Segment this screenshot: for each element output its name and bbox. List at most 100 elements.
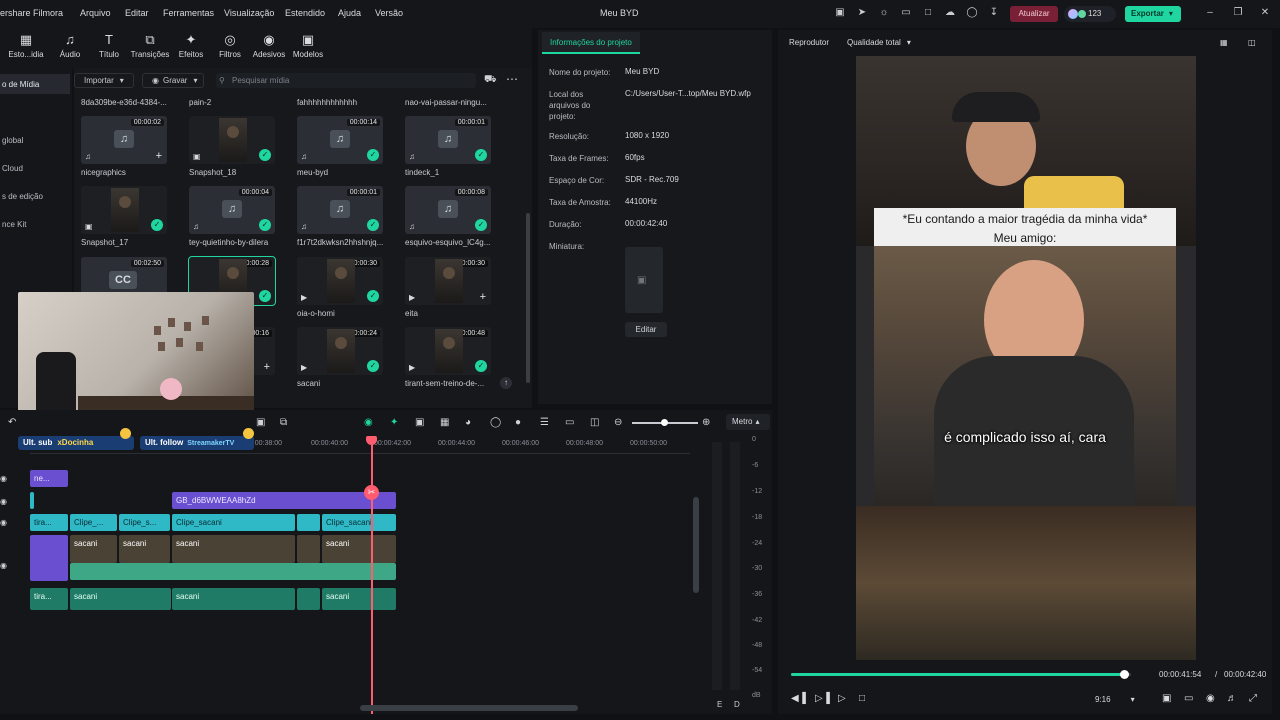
restore-icon[interactable]: ❐ [1232, 7, 1244, 19]
sidebar-item-global[interactable]: global [0, 130, 70, 150]
stop-icon[interactable]: □ [859, 693, 865, 704]
sidebar-item-project-media[interactable]: o de Mídia [0, 74, 70, 94]
timeline-hscroll[interactable] [360, 705, 578, 711]
list-icon[interactable]: ☰ [540, 417, 549, 428]
timeline-clip[interactable]: Clipe_sacani [322, 514, 396, 531]
add-icon[interactable]: + [264, 361, 270, 373]
tool-effects[interactable]: ✦ Efeitos [169, 32, 213, 59]
caption-icon[interactable]: ▭ [565, 417, 574, 428]
grid-view-icon[interactable]: ▦ [1220, 38, 1228, 47]
edit-thumbnail-button[interactable]: Editar [625, 322, 667, 337]
tool-audio[interactable]: ♫ Áudio [48, 32, 92, 59]
search-input[interactable]: ⚲ Pesquisar mídia [216, 73, 476, 88]
playhead[interactable] [371, 436, 373, 714]
prev-frame-icon[interactable]: ◀▐ [791, 693, 806, 704]
tool-stickers[interactable]: ◉ Adesivos [247, 32, 291, 59]
timeline-clip[interactable]: GB_d6BWWEAA8hZd [172, 492, 396, 509]
quality-select[interactable]: Qualidade total ▾ [847, 38, 911, 47]
timeline-clip[interactable]: sacani [70, 588, 171, 610]
linked-audio-strip[interactable] [70, 563, 396, 580]
camera-icon[interactable]: ◉ [1206, 693, 1215, 704]
aspect-select[interactable]: 9:16 ▾ [1095, 695, 1135, 704]
eye-icon[interactable]: ◉ [0, 474, 7, 483]
eye-icon[interactable]: ◉ [0, 561, 7, 570]
layout-icon[interactable]: ▭ [900, 7, 912, 19]
headset-icon[interactable]: ◯ [966, 7, 978, 19]
tool-filters[interactable]: ◎ Filtros [208, 32, 252, 59]
record-button[interactable]: ◉ Gravar ▾ [142, 73, 204, 88]
export-button[interactable]: Exportar ▾ [1125, 6, 1181, 22]
gift-icon[interactable]: ▣ [834, 7, 846, 19]
add-icon[interactable]: + [480, 291, 486, 303]
meter-toggle[interactable]: Metro ▴ [726, 414, 770, 430]
mic-icon[interactable]: ● [515, 417, 521, 428]
filter-icon[interactable]: ⛟ [484, 74, 497, 87]
save-icon[interactable]: □ [922, 7, 934, 19]
cloud-icon[interactable]: ☁ [944, 7, 956, 19]
timeline-clip[interactable]: sacani [119, 535, 170, 563]
zoom-in-icon[interactable]: ⊕ [702, 417, 710, 428]
sidebar-item-cloud[interactable]: Cloud [0, 158, 70, 178]
effects-icon[interactable]: ▦ [440, 417, 449, 428]
minimize-icon[interactable]: – [1204, 7, 1216, 19]
tool-media[interactable]: ▦ Esto...idia [4, 32, 48, 59]
timeline-clip[interactable] [30, 535, 68, 581]
lightbulb-icon[interactable]: ☼ [878, 7, 890, 19]
menu-ajuda[interactable]: Ajuda [338, 8, 361, 18]
send-icon[interactable]: ➤ [856, 7, 868, 19]
close-icon[interactable]: ✕ [1259, 7, 1271, 19]
timeline-clip[interactable]: sacani [322, 588, 396, 610]
timeline-clip[interactable]: sacani [172, 588, 295, 610]
split-view-icon[interactable]: ◫ [1248, 38, 1256, 47]
split-icon[interactable]: ⧉ [280, 417, 287, 428]
menu-arquivo[interactable]: Arquivo [80, 8, 111, 18]
play-icon[interactable]: ▷ [838, 693, 846, 704]
eye-icon[interactable]: ◉ [0, 497, 7, 506]
speed-icon[interactable]: ◕ [465, 417, 471, 428]
timeline-clip[interactable] [30, 492, 34, 509]
timeline-vscroll[interactable] [693, 497, 699, 593]
timeline-clip[interactable]: Clipe_sacani [172, 514, 295, 531]
snap-icon[interactable]: ✦ [390, 417, 398, 428]
undo-icon[interactable]: ↶ [8, 417, 16, 428]
scroll-top-icon[interactable]: ↑ [500, 377, 512, 389]
player-progress[interactable] [791, 670, 1131, 679]
play-back-icon[interactable]: ▷▐ [815, 693, 830, 704]
timeline-clip[interactable]: sacani [322, 535, 396, 563]
timeline-clip[interactable] [297, 514, 320, 531]
add-icon[interactable]: + [156, 150, 162, 162]
timeline-clip[interactable]: tira... [30, 514, 68, 531]
timeline-clip[interactable] [297, 535, 320, 563]
ai-icon[interactable]: ◉ [364, 417, 373, 428]
thumbnail-preview[interactable]: ▣ [625, 247, 663, 313]
menu-visualizacao[interactable]: Visualização [224, 8, 274, 18]
snapshot-icon[interactable]: ▣ [1162, 693, 1171, 704]
menu-editar[interactable]: Editar [125, 8, 149, 18]
tool-title[interactable]: T Título [87, 32, 131, 59]
scissors-icon[interactable]: ✂ [364, 485, 379, 500]
scene-icon[interactable]: ▣ [415, 417, 424, 428]
fullscreen-icon[interactable]: ⤢ [1249, 693, 1257, 704]
download-icon[interactable]: ↧ [988, 7, 1000, 19]
timeline-clip[interactable]: tira... [30, 588, 68, 610]
sidebar-item-editing[interactable]: s de edição [0, 186, 70, 206]
shield-icon[interactable]: ◯ [490, 417, 501, 428]
media-scrollbar[interactable] [526, 213, 530, 383]
volume-icon[interactable]: ♬ [1227, 693, 1237, 704]
credits-badge[interactable]: 123 [1064, 6, 1116, 22]
display-icon[interactable]: ▭ [1184, 693, 1193, 704]
tool-templates[interactable]: ▣ Modelos [286, 32, 330, 59]
menu-estendido[interactable]: Estendido [285, 8, 325, 18]
more-icon[interactable]: ⋯ [506, 72, 518, 86]
timeline-clip[interactable]: ne... [30, 470, 68, 487]
sidebar-item-kit[interactable]: nce Kit [0, 214, 70, 234]
menu-versao[interactable]: Versão [375, 8, 403, 18]
layout-icon[interactable]: ◫ [590, 417, 599, 428]
timeline-clip[interactable]: Clipe_... [70, 514, 117, 531]
menu-ferramentas[interactable]: Ferramentas [163, 8, 214, 18]
timeline-clip[interactable] [297, 588, 320, 610]
crop-icon[interactable]: ▣ [256, 417, 265, 428]
tool-transitions[interactable]: ⧉ Transições [128, 32, 172, 59]
upgrade-button[interactable]: Atualizar [1010, 6, 1058, 22]
import-button[interactable]: Importar ▾ [74, 73, 134, 88]
